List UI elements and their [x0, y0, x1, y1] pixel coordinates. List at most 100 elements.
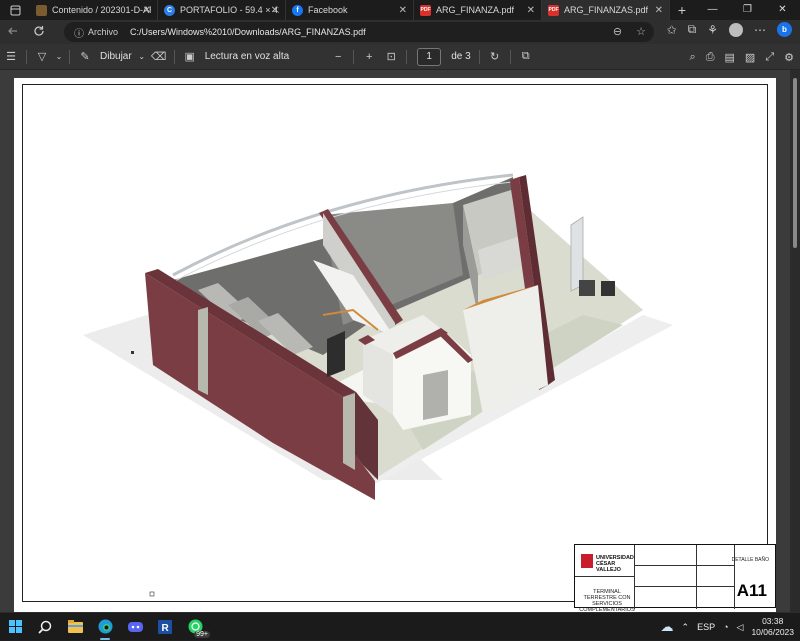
- toolbar-divider: [353, 49, 355, 64]
- draw-pen-icon[interactable]: ✎: [74, 50, 96, 63]
- settings-gear-icon[interactable]: ⚙: [784, 51, 794, 64]
- tab-close-icon[interactable]: ✕: [143, 5, 151, 16]
- discord-icon: [127, 621, 143, 632]
- read-aloud-icon[interactable]: ▣: [179, 50, 201, 63]
- drawing-sheet: UNIVERSIDAD CÉSAR VALLEJO TERMINAL TERRE…: [22, 84, 776, 613]
- revit-icon: R: [158, 619, 172, 634]
- collections-icon[interactable]: ⧉: [688, 22, 697, 37]
- fullscreen-icon[interactable]: ⤢: [765, 51, 774, 64]
- address-bar: ⓘ Archivo C:/Users/Windows%2010/Download…: [0, 20, 800, 44]
- volume-icon[interactable]: ◁: [737, 622, 744, 633]
- zoom-out-button[interactable]: −: [327, 51, 349, 63]
- clock[interactable]: 03:38 10/06/2023: [751, 616, 794, 638]
- tab-facebook[interactable]: f Facebook ✕: [286, 0, 414, 20]
- favorite-star-icon[interactable]: ☆: [636, 25, 646, 38]
- tab-arg-finanza[interactable]: PDF ARG_FINANZA.pdf ✕: [414, 0, 542, 20]
- tab-arg-finanzas[interactable]: PDF ARG_FINANZAS.pdf ✕: [542, 0, 670, 20]
- contents-list-icon[interactable]: ☰: [0, 50, 22, 63]
- tab-label: PORTAFOLIO - 59.4 × 42c: [180, 5, 279, 15]
- discord-button[interactable]: [120, 613, 150, 641]
- print-icon[interactable]: ⎙: [706, 51, 715, 64]
- revit-button[interactable]: R: [150, 613, 180, 641]
- draw-button[interactable]: Dibujar: [96, 51, 136, 62]
- info-icon[interactable]: ⓘ: [74, 25, 84, 40]
- zoom-in-button[interactable]: +: [358, 51, 380, 63]
- date-cell: [697, 587, 735, 609]
- save-as-icon[interactable]: ▨: [745, 51, 755, 64]
- facebook-icon: f: [292, 4, 303, 16]
- search-icon[interactable]: ⌕: [690, 51, 696, 64]
- vertical-scrollbar[interactable]: [790, 70, 800, 612]
- portfolio-site-icon: C: [164, 4, 175, 16]
- tab-contenido[interactable]: Contenido / 202301-D-AR ✕: [30, 0, 158, 20]
- sheet-title: DETALLE BAÑO: [731, 557, 769, 563]
- folder-icon: [67, 620, 83, 633]
- highlight-icon[interactable]: ▽: [31, 50, 53, 63]
- minimize-button[interactable]: —: [695, 0, 730, 20]
- edge-browser-button[interactable]: [90, 613, 120, 641]
- tab-actions-button[interactable]: [0, 0, 30, 20]
- chevron-down-icon[interactable]: ⌄: [53, 52, 65, 61]
- tab-actions-icon: [10, 5, 20, 15]
- new-tab-button[interactable]: +: [670, 2, 694, 18]
- browser-toolbar-icons: ✩ ⧉ ⚘ ⋯ b: [667, 22, 800, 37]
- start-button[interactable]: [0, 613, 30, 641]
- edge-icon: [98, 619, 112, 634]
- sheet-number: A11: [736, 581, 767, 600]
- notification-badge: 99+: [194, 630, 210, 638]
- page-number-input[interactable]: 1: [417, 47, 442, 66]
- zoom-icon[interactable]: ⊖: [613, 25, 622, 38]
- favorites-icon[interactable]: ✩: [667, 23, 677, 37]
- reload-icon: [34, 25, 44, 36]
- chevron-down-icon[interactable]: ⌄: [136, 52, 148, 61]
- url-scheme-label: Archivo: [88, 27, 119, 37]
- more-menu-icon[interactable]: ⋯: [754, 23, 766, 37]
- eraser-icon[interactable]: ⌫: [148, 50, 170, 63]
- profile-avatar[interactable]: [729, 22, 743, 37]
- search-button[interactable]: [30, 613, 60, 641]
- windows-logo-icon: [8, 620, 22, 633]
- advisor-cell: [635, 566, 697, 587]
- fit-page-icon[interactable]: ⊡: [380, 50, 402, 63]
- pdf-page: UNIVERSIDAD CÉSAR VALLEJO TERMINAL TERRE…: [14, 78, 776, 613]
- close-window-button[interactable]: ✕: [765, 0, 800, 20]
- tray-chevron-up-icon[interactable]: ⌃: [682, 622, 690, 633]
- rotate-icon[interactable]: ↻: [484, 50, 506, 63]
- bathroom-3d-render: [83, 173, 673, 597]
- university-logo-icon: [581, 554, 593, 568]
- pdf-toolbar-right: ⌕ ⎙ ▤ ▨ ⤢ ⚙: [690, 44, 794, 70]
- scrollbar-thumb[interactable]: [793, 78, 797, 248]
- tab-portafolio[interactable]: C PORTAFOLIO - 59.4 × 42c ✕: [158, 0, 286, 20]
- maximize-button[interactable]: ❐: [730, 0, 765, 20]
- language-indicator[interactable]: ESP: [697, 622, 715, 632]
- url-field[interactable]: ⓘ Archivo C:/Users/Windows%2010/Download…: [64, 22, 654, 42]
- clock-date: 10/06/2023: [751, 627, 794, 637]
- read-aloud-button[interactable]: Lectura en voz alta: [201, 51, 294, 62]
- bing-copilot-icon[interactable]: b: [777, 22, 792, 37]
- page-view-icon[interactable]: ⧉: [515, 50, 537, 63]
- back-button[interactable]: [0, 25, 26, 40]
- tab-close-icon[interactable]: ✕: [271, 5, 279, 16]
- save-icon[interactable]: ▤: [725, 51, 735, 64]
- window-controls: — ❐ ✕: [695, 0, 800, 20]
- tab-close-icon[interactable]: ✕: [655, 5, 663, 16]
- toolbar-divider: [478, 49, 480, 64]
- pdf-icon: PDF: [420, 4, 431, 16]
- whatsapp-button[interactable]: 99+: [180, 613, 210, 641]
- url-text[interactable]: C:/Users/Windows%2010/Downloads/ARG_FINA…: [130, 27, 366, 37]
- omnibox-icons: ⊖ ☆: [613, 25, 646, 38]
- wifi-icon[interactable]: ◔: [723, 622, 728, 632]
- tab-close-icon[interactable]: ✕: [527, 5, 535, 16]
- search-icon: [38, 620, 52, 634]
- toolbar-divider: [509, 49, 511, 64]
- pdf-viewport[interactable]: UNIVERSIDAD CÉSAR VALLEJO TERMINAL TERRE…: [0, 70, 790, 613]
- tab-close-icon[interactable]: ✕: [399, 5, 407, 16]
- file-explorer-button[interactable]: [60, 613, 90, 641]
- pdf-toolbar: ☰ ▽ ⌄ ✎ Dibujar ⌄ ⌫ ▣ Lectura en voz alt…: [0, 44, 800, 70]
- tab-label: ARG_FINANZA.pdf: [436, 5, 515, 15]
- reload-button[interactable]: [26, 25, 52, 40]
- extensions-icon[interactable]: ⚘: [707, 23, 718, 37]
- weather-cloud-icon[interactable]: ☁: [661, 619, 674, 635]
- toolbar-divider: [406, 49, 408, 64]
- system-tray: ☁ ⌃ ESP ◔ ◁ 03:38 10/06/2023: [661, 613, 794, 641]
